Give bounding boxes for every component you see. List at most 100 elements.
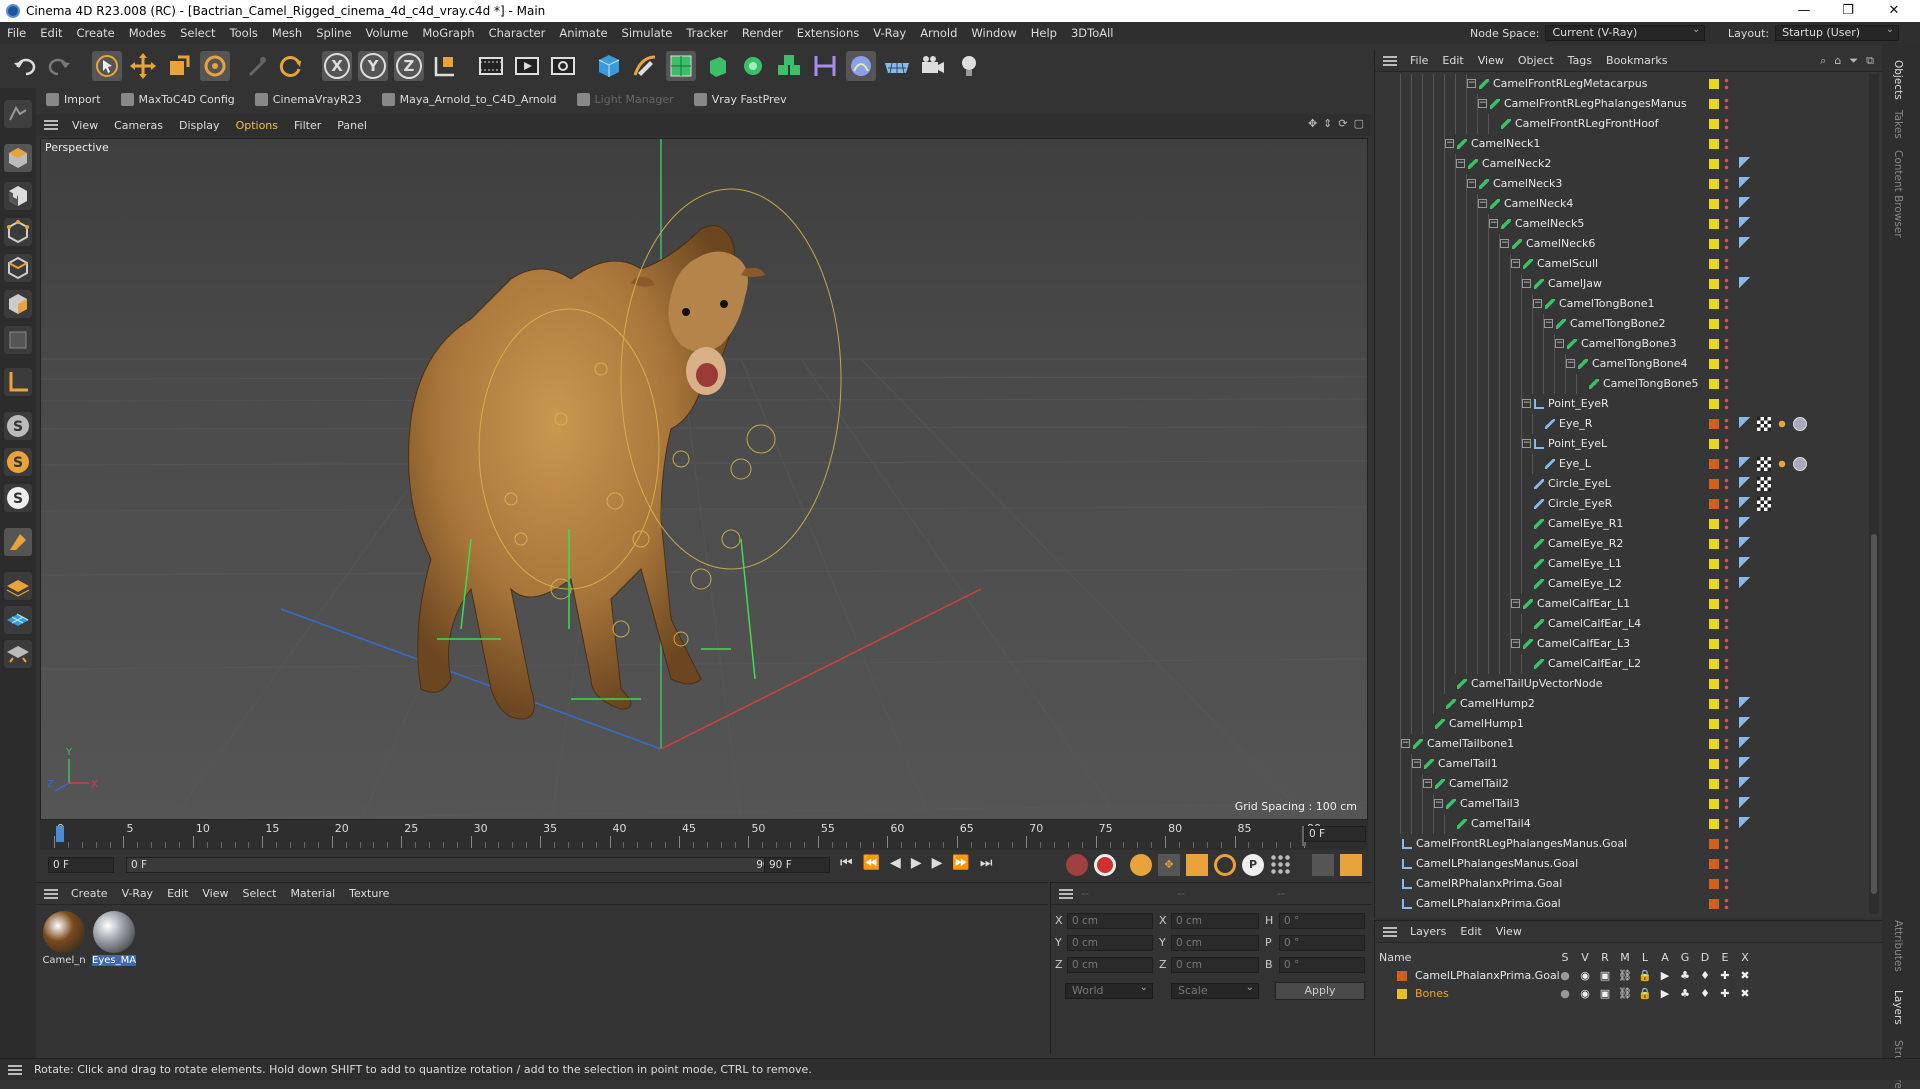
object-menu-icon[interactable] (1383, 55, 1397, 66)
viewport-menu-filter[interactable]: Filter (286, 119, 329, 132)
key-pla-icon[interactable] (1270, 854, 1292, 876)
object-row[interactable]: − CamelTongBone3 (1375, 334, 1865, 354)
collapse-toggle[interactable]: − (1544, 319, 1553, 328)
menu-select[interactable]: Select (173, 26, 222, 40)
object-tag-icon[interactable] (1739, 717, 1753, 731)
object-tag-icon[interactable] (1793, 457, 1807, 471)
layer-color-swatch[interactable] (1709, 799, 1719, 809)
object-tag-icon[interactable] (1739, 517, 1753, 531)
visibility-dots-icon[interactable] (1724, 877, 1729, 891)
object-tag-icon[interactable] (1739, 457, 1753, 471)
object-tag-icon[interactable] (1793, 417, 1807, 431)
visibility-dots-icon[interactable] (1724, 657, 1729, 671)
object-menu-bookmarks[interactable]: Bookmarks (1599, 54, 1674, 67)
world-coordinates-icon[interactable] (430, 51, 460, 81)
layer-color-swatch[interactable] (1709, 779, 1719, 789)
visibility-dots-icon[interactable] (1724, 457, 1729, 471)
object-menu-view[interactable]: View (1471, 54, 1511, 67)
visibility-dots-icon[interactable] (1724, 517, 1729, 531)
object-menu-edit[interactable]: Edit (1435, 54, 1470, 67)
visibility-dots-icon[interactable] (1724, 677, 1729, 691)
status-menu-icon[interactable] (8, 1064, 22, 1075)
workplane-icon[interactable] (4, 572, 32, 600)
camera-icon[interactable] (918, 51, 948, 81)
object-row[interactable]: − Point_EyeL (1375, 434, 1865, 454)
object-tag-icon[interactable] (1739, 197, 1753, 211)
material-menu-icon[interactable] (44, 888, 58, 899)
object-row[interactable]: − CamelNeck4 (1375, 194, 1865, 214)
layer-color-swatch[interactable] (1709, 159, 1719, 169)
layer-toggle-icon[interactable]: ✚ (1717, 969, 1733, 982)
layer-color-swatch[interactable] (1709, 619, 1719, 629)
autokey-icon[interactable] (1094, 854, 1116, 876)
visibility-dots-icon[interactable] (1724, 637, 1729, 651)
layer-toggle-icon[interactable]: ◉ (1577, 987, 1593, 1000)
side-tab-content-browser[interactable]: Content Browser (1892, 150, 1904, 238)
object-search-icon[interactable]: ⌕ (1820, 54, 1826, 68)
object-row[interactable]: − CamelNeck5 (1375, 214, 1865, 234)
close-button[interactable]: ✕ (1872, 0, 1916, 22)
object-row[interactable]: CamelHump2 (1375, 694, 1865, 714)
quantize-icon[interactable] (4, 640, 32, 668)
object-row[interactable]: CamelCalfEar_L4 (1375, 614, 1865, 634)
layer-toggle-icon[interactable]: ♣ (1677, 987, 1693, 1000)
object-row[interactable]: − CamelFrontRLegPhalangesManus (1375, 94, 1865, 114)
undo-icon[interactable] (10, 51, 40, 81)
menu-create[interactable]: Create (70, 26, 122, 40)
object-row[interactable]: − CamelTongBone1 (1375, 294, 1865, 314)
object-tag-icon[interactable] (1739, 577, 1753, 591)
end-frame-field[interactable]: 90 F (764, 857, 830, 873)
object-row[interactable]: CamelHump1 (1375, 714, 1865, 734)
side-tab-objects[interactable]: Objects (1892, 60, 1904, 100)
collapse-toggle[interactable]: − (1500, 239, 1509, 248)
object-row[interactable]: CamelEye_L2 (1375, 574, 1865, 594)
scale-icon[interactable] (164, 51, 194, 81)
object-row[interactable]: Eye_R (1375, 414, 1865, 434)
field-icon[interactable] (846, 51, 876, 81)
layer-column-header[interactable]: V (1575, 951, 1595, 964)
visibility-dots-icon[interactable] (1724, 797, 1729, 811)
object-tag-icon[interactable] (1775, 417, 1789, 431)
menu-modes[interactable]: Modes (122, 26, 173, 40)
visibility-dots-icon[interactable] (1724, 217, 1729, 231)
layer-color-swatch[interactable] (1709, 379, 1719, 389)
object-menu-tags[interactable]: Tags (1561, 54, 1599, 67)
object-home-icon[interactable]: ⌂ (1834, 54, 1841, 68)
layer-color-swatch[interactable] (1709, 479, 1719, 489)
go-to-start-icon[interactable]: ⏮ (840, 855, 853, 871)
menu-character[interactable]: Character (482, 26, 553, 40)
material-menu-texture[interactable]: Texture (342, 887, 396, 900)
coord-size-field[interactable]: 0 cm (1171, 913, 1259, 929)
layer-column-header[interactable]: E (1715, 951, 1735, 964)
extrude-icon[interactable] (702, 51, 732, 81)
axis-mode-icon[interactable] (4, 368, 32, 396)
visibility-dots-icon[interactable] (1724, 297, 1729, 311)
layer-color-swatch[interactable] (1709, 899, 1719, 909)
viewport-menu-cameras[interactable]: Cameras (106, 119, 171, 132)
visibility-dots-icon[interactable] (1724, 617, 1729, 631)
object-tag-icon[interactable] (1739, 557, 1753, 571)
pen-icon[interactable] (630, 51, 660, 81)
visibility-dots-icon[interactable] (1724, 777, 1729, 791)
go-to-end-icon[interactable]: ⏭ (980, 855, 993, 871)
collapse-toggle[interactable]: − (1511, 639, 1520, 648)
render-view-icon[interactable] (512, 51, 542, 81)
visibility-dots-icon[interactable] (1724, 277, 1729, 291)
layer-color-swatch[interactable] (1709, 679, 1719, 689)
layer-menu-view[interactable]: View (1489, 925, 1529, 938)
object-row[interactable]: Eye_L (1375, 454, 1865, 474)
material-swatch[interactable]: Camel_n (42, 911, 86, 966)
material-menu-material[interactable]: Material (283, 887, 342, 900)
layer-menu-icon[interactable] (1383, 926, 1397, 937)
material-menu-view[interactable]: View (195, 887, 235, 900)
layer-toggle-icon[interactable]: ✚ (1717, 987, 1733, 1000)
layer-color-swatch[interactable] (1709, 219, 1719, 229)
layer-color-swatch[interactable] (1709, 419, 1719, 429)
layer-color-swatch[interactable] (1709, 299, 1719, 309)
snap-icon[interactable]: S (4, 412, 32, 440)
layer-color-swatch[interactable] (1709, 639, 1719, 649)
object-row[interactable]: Circle_EyeL (1375, 474, 1865, 494)
object-row[interactable]: − CamelTongBone2 (1375, 314, 1865, 334)
layer-toggle-icon[interactable]: 🔒 (1637, 969, 1653, 982)
collapse-toggle[interactable]: − (1489, 219, 1498, 228)
